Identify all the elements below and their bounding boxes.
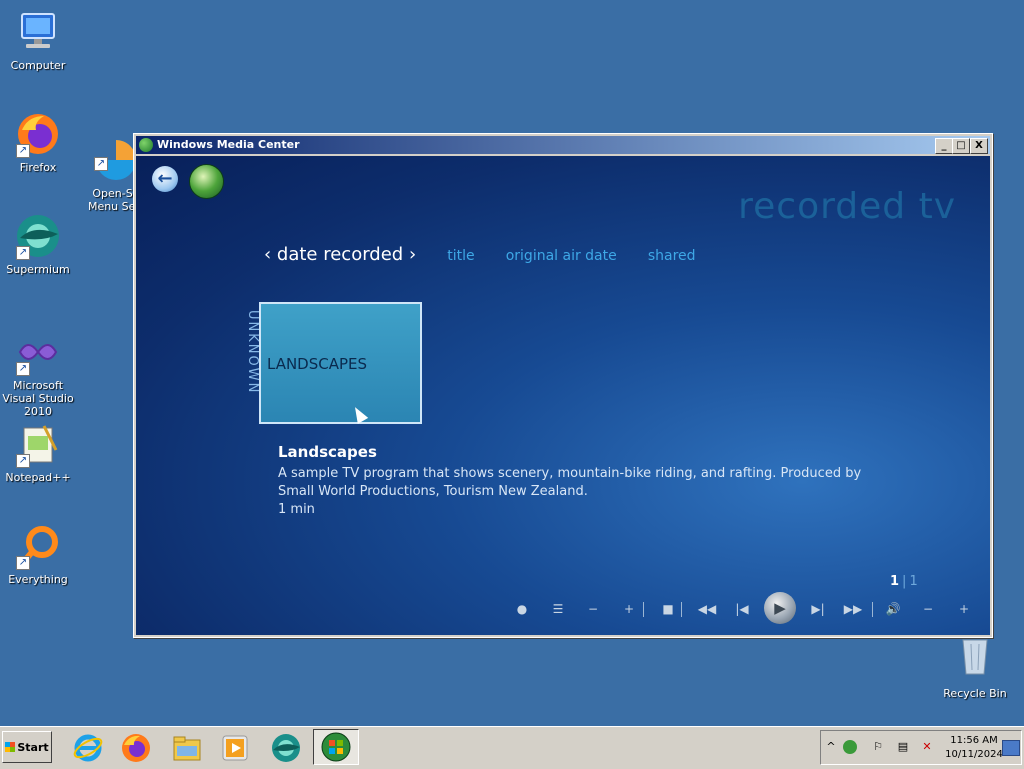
firefox-icon: [122, 734, 150, 762]
visual-studio-icon: ↗: [14, 328, 62, 376]
supermium-icon: [272, 734, 300, 762]
desktop-icon-visual-studio[interactable]: ↗ Microsoft Visual Studio 2010: [0, 328, 76, 418]
window-title: Windows Media Center: [157, 138, 300, 151]
supermium-icon: ↗: [14, 212, 62, 260]
detail-title: Landscapes: [278, 443, 377, 461]
recording-tile-landscapes[interactable]: LANDSCAPES: [259, 302, 422, 424]
tray-expand-chevron-icon[interactable]: ^: [824, 740, 838, 754]
start-label: Start: [17, 741, 49, 754]
media-center-window[interactable]: Windows Media Center _ □ X ← recorded tv…: [133, 133, 993, 638]
sort-title[interactable]: title: [447, 248, 474, 264]
desktop-icon-computer[interactable]: Computer: [0, 8, 76, 72]
media-center-start-button[interactable]: [189, 164, 224, 199]
maximize-button[interactable]: □: [952, 138, 970, 154]
notepadpp-icon: ↗: [14, 420, 62, 468]
file-explorer-icon: [173, 736, 201, 761]
rewind-button[interactable]: ◀◀: [696, 601, 718, 617]
desktop-icon-recycle-bin[interactable]: Recycle Bin: [937, 636, 1013, 700]
shortcut-arrow-icon: ↗: [16, 246, 30, 260]
transport-separator: [643, 602, 644, 617]
page-title: recorded tv: [738, 186, 956, 227]
guide-button[interactable]: ☰: [550, 601, 566, 617]
sort-bar: ‹ date recorded › title original air dat…: [264, 244, 696, 265]
media-center-icon: [321, 732, 351, 762]
shortcut-arrow-icon: ↗: [16, 362, 30, 376]
group-label: UNKNOWN: [245, 310, 260, 395]
shortcut-arrow-icon: ↗: [16, 144, 30, 158]
transport-separator: [681, 602, 682, 617]
clock-time[interactable]: 11:56 AM: [948, 735, 1000, 746]
desktop-icon-label: Supermium: [6, 263, 70, 276]
firefox-icon: ↗: [14, 110, 62, 158]
show-desktop-icon[interactable]: [1002, 740, 1020, 756]
sort-date-recorded[interactable]: ‹ date recorded ›: [264, 244, 416, 265]
close-button[interactable]: X: [970, 138, 988, 154]
flag-icon[interactable]: ⚐: [871, 740, 885, 754]
taskbar-internet-explorer[interactable]: [71, 731, 105, 765]
network-icon[interactable]: ▤: [896, 740, 910, 754]
tile-label: LANDSCAPES: [267, 355, 368, 373]
volume-up-button[interactable]: +: [956, 601, 972, 617]
stop-button[interactable]: ■: [660, 601, 676, 617]
minimize-button[interactable]: _: [935, 138, 953, 154]
desktop-icon-supermium[interactable]: ↗ Supermium: [0, 212, 76, 276]
shortcut-arrow-icon: ↗: [94, 157, 108, 171]
channel-up-button[interactable]: +: [621, 601, 637, 617]
media-center-content: ← recorded tv ‹ date recorded › title or…: [136, 156, 990, 635]
start-button[interactable]: Start: [2, 731, 52, 763]
shortcut-arrow-icon: ↗: [16, 556, 30, 570]
computer-icon: [14, 8, 62, 56]
desktop-icon-label: Notepad++: [5, 471, 71, 484]
tray-app-icon[interactable]: [843, 740, 857, 754]
taskbar-file-explorer[interactable]: [170, 731, 204, 765]
shortcut-arrow-icon: ↗: [16, 454, 30, 468]
desktop-icon-label: Computer: [10, 59, 66, 72]
page-counter: 1 | 1: [890, 574, 918, 589]
channel-down-button[interactable]: −: [585, 601, 601, 617]
windows-logo-icon: [5, 742, 16, 752]
taskbar-firefox[interactable]: [119, 731, 153, 765]
skip-forward-button[interactable]: ▶|: [808, 601, 828, 617]
volume-down-button[interactable]: −: [920, 601, 936, 617]
desktop-icon-label: Microsoft Visual Studio 2010: [2, 379, 74, 418]
page-current: 1: [890, 574, 900, 589]
volume-muted-icon[interactable]: ✕: [920, 740, 934, 754]
taskbar-media-center[interactable]: [313, 729, 359, 765]
skip-back-button[interactable]: |◀: [732, 601, 752, 617]
desktop-icon-everything[interactable]: ↗ Everything: [0, 522, 76, 586]
media-center-icon: [139, 138, 153, 152]
desktop-icon-label: Firefox: [19, 161, 57, 174]
system-tray: ^ ⚐ ▤ ✕ 11:56 AM 10/11/2024: [820, 730, 1022, 765]
transport-separator: [872, 602, 873, 617]
media-player-icon: [222, 735, 248, 761]
sort-shared[interactable]: shared: [648, 248, 696, 264]
page-separator: |: [902, 574, 907, 589]
back-arrow-icon[interactable]: ←: [152, 166, 178, 192]
desktop-icon-firefox[interactable]: ↗ Firefox: [0, 110, 76, 174]
taskbar-supermium[interactable]: [269, 731, 303, 765]
taskbar: Start ^ ⚐ ▤ ✕ 11:56 AM 10/11/2024: [0, 726, 1024, 769]
record-button[interactable]: ●: [514, 601, 530, 617]
fast-forward-button[interactable]: ▶▶: [842, 601, 864, 617]
volume-icon[interactable]: 🔊: [883, 601, 903, 617]
page-total: 1: [909, 574, 918, 589]
taskbar-media-player[interactable]: [218, 731, 252, 765]
play-button[interactable]: ▶: [764, 592, 796, 624]
sort-original-air-date[interactable]: original air date: [506, 248, 617, 264]
recycle-bin-icon: [951, 636, 999, 684]
desktop-icon-notepadpp[interactable]: ↗ Notepad++: [0, 420, 76, 484]
internet-explorer-icon: [73, 734, 103, 762]
desktop-icon-label: Everything: [8, 573, 68, 586]
desktop-icon-label: Recycle Bin: [943, 687, 1007, 700]
clock-date[interactable]: 10/11/2024: [944, 749, 1004, 760]
detail-duration: 1 min: [278, 502, 315, 517]
title-bar[interactable]: Windows Media Center _ □ X: [136, 136, 990, 154]
detail-description: A sample TV program that shows scenery, …: [278, 466, 862, 499]
everything-icon: ↗: [14, 522, 62, 570]
